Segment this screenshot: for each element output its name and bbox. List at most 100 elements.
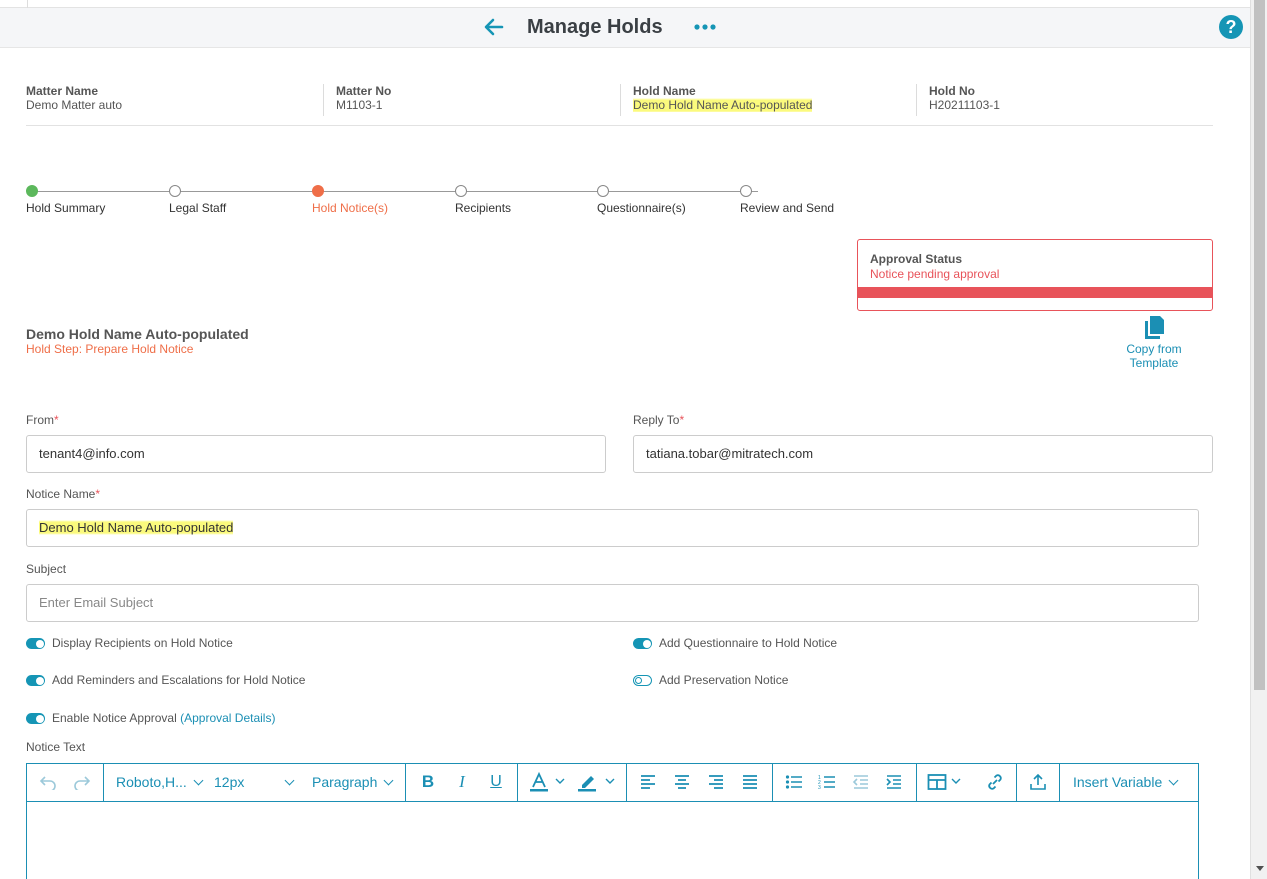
matter-no-value: M1103-1 [336,98,383,112]
notice-text-label: Notice Text [26,740,86,754]
matter-name-value: Demo Matter auto [26,98,123,112]
hold-name-field: Hold Name Demo Hold Name Auto-populated [620,84,813,116]
notice-text-content-area[interactable] [27,802,1198,879]
numbered-list-icon[interactable]: 123 [816,771,838,793]
add-reminders-label: Add Reminders and Escalations for Hold N… [52,673,306,687]
subject-input[interactable]: Enter Email Subject [26,584,1199,622]
approval-status-title: Approval Status [870,252,963,266]
hold-step-text: Hold Step: Prepare Hold Notice [26,342,194,356]
add-preservation-toggle-row: Add Preservation Notice [633,673,788,687]
hold-no-label: Hold No [929,84,975,98]
notice-name-input[interactable]: Demo Hold Name Auto-populated [26,509,1199,547]
bullet-list-icon[interactable] [783,771,805,793]
top-strip [0,0,1250,8]
step-dot-done [26,185,38,197]
step-label: Review and Send [740,201,835,215]
text-color-icon[interactable] [528,771,568,793]
table-icon[interactable] [927,771,967,793]
copy-from-template-button[interactable]: Copy from Template [1120,316,1188,370]
notice-text-editor: Roboto,H... 12px Paragraph B I U 123 Ins… [26,763,1199,879]
bold-icon[interactable]: B [418,771,438,793]
page-title: Manage Holds [527,16,663,38]
add-preservation-toggle[interactable] [633,675,652,687]
scroll-down-arrow-icon[interactable] [1256,866,1264,871]
chevron-down-icon [1168,775,1179,786]
link-icon[interactable] [983,771,1007,793]
help-icon[interactable]: ? [1219,15,1243,39]
page-header: Manage Holds ? [0,8,1250,48]
subject-label: Subject [26,562,67,576]
scrollbar-thumb[interactable] [1254,0,1265,690]
hold-name-label: Hold Name [633,84,696,98]
copy-icon [1145,316,1164,339]
reply-to-input[interactable]: tatiana.tobar@mitratech.com [633,435,1213,473]
enable-approval-toggle-row: Enable Notice Approval (Approval Details… [26,711,275,725]
font-family-select[interactable]: Roboto,H... [116,774,204,790]
approval-details-link[interactable]: (Approval Details) [180,711,275,725]
chevron-down-icon [193,775,204,786]
upload-icon[interactable] [1027,771,1049,793]
approval-status-card: Approval Status Notice pending approval [857,239,1213,311]
align-center-icon[interactable] [671,771,693,793]
vertical-scrollbar[interactable] [1250,0,1267,879]
add-reminders-toggle[interactable] [26,675,45,687]
step-label: Questionnaire(s) [597,201,686,215]
highlight-color-icon[interactable] [576,771,618,793]
add-preservation-label: Add Preservation Notice [659,673,789,687]
back-arrow-icon[interactable] [482,15,506,39]
step-dot [740,185,752,197]
editor-toolbar: Roboto,H... 12px Paragraph B I U 123 Ins… [27,764,1198,802]
font-size-select[interactable]: 12px [214,774,304,790]
undo-icon[interactable] [37,771,59,793]
matter-no-field: Matter No M1103-1 [323,84,391,116]
italic-icon[interactable]: I [452,771,472,793]
list-group: 123 [773,764,917,801]
font-group: Roboto,H... 12px Paragraph [104,764,406,801]
align-justify-icon[interactable] [739,771,761,793]
reply-to-label: Reply To* [633,413,685,427]
copy-template-line2: Template [1129,356,1179,370]
alignment-group [627,764,773,801]
upload-group [1017,764,1060,801]
block-format-select[interactable]: Paragraph [312,774,394,790]
enable-approval-toggle[interactable] [26,713,45,725]
more-options-icon[interactable] [693,18,717,36]
insert-variable-select[interactable]: Insert Variable [1073,774,1179,790]
add-questionnaire-toggle[interactable] [633,638,652,650]
step-dot [455,185,467,197]
top-divider [27,0,28,8]
hold-title: Demo Hold Name Auto-populated [26,326,249,342]
step-label: Recipients [455,201,512,215]
hold-no-value: H20211103-1 [929,98,1000,112]
add-reminders-toggle-row: Add Reminders and Escalations for Hold N… [26,673,305,687]
notice-name-label: Notice Name* [26,487,101,501]
step-label: Hold Notice(s) [312,201,389,215]
display-recipients-label: Display Recipients on Hold Notice [52,636,233,650]
chevron-down-icon [284,775,295,786]
text-style-group: B I U [406,764,518,801]
add-questionnaire-toggle-row: Add Questionnaire to Hold Notice [633,636,837,650]
history-group [27,764,104,801]
stepper-line [32,191,758,192]
matter-name-label: Matter Name [26,84,99,98]
indent-icon[interactable] [883,771,905,793]
insert-group [917,764,1017,801]
matter-name-field: Matter Name Demo Matter auto [26,84,122,116]
outdent-icon[interactable] [850,771,872,793]
add-questionnaire-label: Add Questionnaire to Hold Notice [659,636,838,650]
chevron-down-icon [383,775,394,786]
approval-status-text: Notice pending approval [870,267,1000,281]
redo-icon[interactable] [71,771,93,793]
color-group [518,764,627,801]
step-dot-active [312,185,324,197]
from-label: From* [26,413,59,427]
from-input[interactable]: tenant4@info.com [26,435,606,473]
step-label: Legal Staff [169,201,227,215]
display-recipients-toggle[interactable] [26,638,45,650]
underline-icon[interactable]: U [486,771,506,793]
hold-name-value: Demo Hold Name Auto-populated [633,98,813,112]
align-right-icon[interactable] [705,771,727,793]
align-left-icon[interactable] [637,771,659,793]
hold-info-row: Matter Name Demo Matter auto Matter No M… [26,84,1213,126]
step-dot [597,185,609,197]
